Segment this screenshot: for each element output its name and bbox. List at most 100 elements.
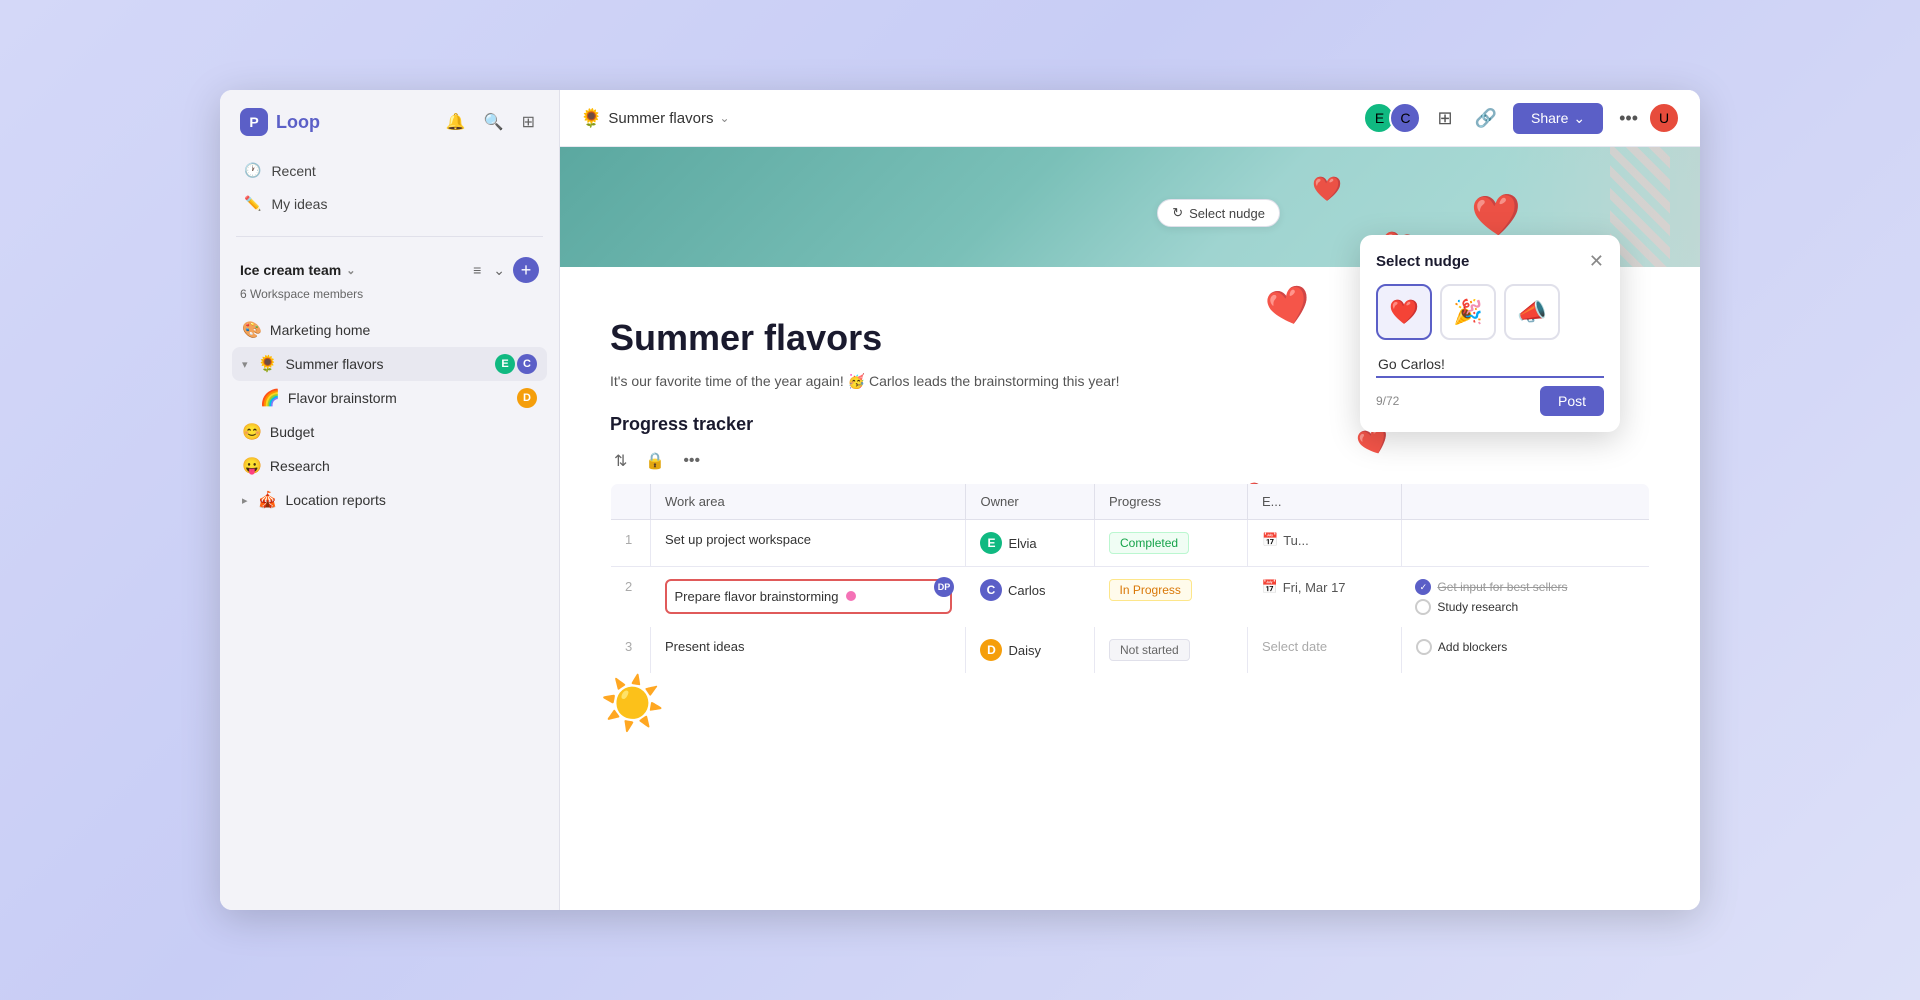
topbar: 🌻 Summer flavors ⌄ E C ⊞ 🔗 Share ⌄ ••• U bbox=[560, 90, 1700, 147]
topbar-avatar-carlos: C bbox=[1389, 102, 1421, 134]
workspace-chevron-button[interactable]: ⌄ bbox=[489, 258, 509, 283]
row-2-work-area-cell: DP Prepare flavor brainstorming bbox=[651, 567, 966, 628]
layout-button[interactable]: ⊞ bbox=[518, 108, 539, 136]
avatar-2: C bbox=[517, 354, 537, 374]
flavor-brainstorm-avatar: D bbox=[517, 388, 537, 408]
row-2-progress: In Progress bbox=[1095, 567, 1248, 628]
more-button[interactable]: ••• bbox=[679, 448, 704, 474]
topbar-user-avatar: U bbox=[1648, 102, 1680, 134]
col-progress: Progress bbox=[1095, 484, 1248, 520]
copy-link-button[interactable]: 🔗 bbox=[1469, 104, 1503, 133]
task-1: ✓ Get input for best sellers bbox=[1415, 579, 1635, 595]
row-2-num: 2 bbox=[625, 579, 632, 594]
topbar-avatars: E C bbox=[1369, 102, 1421, 134]
main-content: 🌻 Summer flavors ⌄ E C ⊞ 🔗 Share ⌄ ••• U bbox=[560, 90, 1700, 910]
row-1-work-area: Set up project workspace bbox=[651, 520, 966, 567]
col-date-label: E... bbox=[1262, 494, 1282, 509]
task-2-label: Study research bbox=[1437, 600, 1518, 614]
expand-icon-lr: ▸ bbox=[242, 494, 248, 507]
topbar-title-area: 🌻 Summer flavors ⌄ bbox=[580, 108, 1359, 129]
sidebar-item-research[interactable]: 😛 Research bbox=[232, 449, 547, 483]
page-content-inner: ☀️ ❤️ ❤️ ❤️ ❤️ ❤️ ❤️ ❤️ ❤️ ❤️ ❤️ ↻ bbox=[560, 147, 1700, 704]
nudge-emoji-heart[interactable]: ❤️ bbox=[1376, 284, 1432, 340]
sidebar-item-budget[interactable]: 😊 Budget bbox=[232, 415, 547, 449]
row-3-num: 3 bbox=[625, 639, 632, 654]
location-reports-icon: 🎪 bbox=[258, 490, 278, 510]
app-name: Loop bbox=[276, 112, 320, 133]
calendar-icon: 📅 bbox=[1262, 532, 1278, 548]
row-2-date: 📅 Fri, Mar 17 bbox=[1248, 567, 1402, 628]
share-chevron-icon: ⌄ bbox=[1573, 110, 1585, 127]
sidebar-item-flavor-brainstorm[interactable]: 🌈 Flavor brainstorm D bbox=[232, 381, 547, 415]
sidebar-item-summer-flavors[interactable]: ▾ 🌻 Summer flavors E C bbox=[232, 347, 547, 381]
workspace-add-button[interactable]: + bbox=[513, 257, 539, 283]
avatar-1: E bbox=[495, 354, 515, 374]
filter-button[interactable]: 🔒 bbox=[641, 447, 669, 475]
nudge-close-button[interactable]: ✕ bbox=[1589, 251, 1604, 272]
row-2-owner-avatar: C bbox=[980, 579, 1002, 601]
sort-button[interactable]: ⇅ bbox=[610, 447, 631, 475]
sidebar-item-marketing-home[interactable]: 🎨 Marketing home bbox=[232, 313, 547, 347]
row-1-owner-avatar: E bbox=[980, 532, 1002, 554]
sidebar-tree: 🎨 Marketing home ▾ 🌻 Summer flavors E C … bbox=[220, 309, 559, 910]
clock-icon: 🕐 bbox=[244, 162, 261, 179]
sidebar-item-location-reports[interactable]: ▸ 🎪 Location reports bbox=[232, 483, 547, 517]
carlos-badge: DP bbox=[934, 577, 954, 597]
row-2-status-badge: In Progress bbox=[1109, 579, 1192, 601]
row-2-date-text: Fri, Mar 17 bbox=[1283, 580, 1346, 595]
flavor-brainstorm-label: Flavor brainstorm bbox=[288, 390, 509, 406]
workspace-actions: ≡ ⌄ + bbox=[469, 257, 539, 283]
nudge-emojis: ❤️ 🎉 📣 bbox=[1376, 284, 1604, 340]
row-3-work-area: Present ideas bbox=[651, 627, 966, 674]
apps-button[interactable]: ⊞ bbox=[1431, 104, 1458, 133]
topbar-page-title: Summer flavors bbox=[608, 110, 713, 127]
notifications-button[interactable]: 🔔 bbox=[442, 108, 470, 136]
sidebar-item-my-ideas[interactable]: ✏️ My ideas bbox=[232, 187, 547, 220]
sidebar-item-recent-label: Recent bbox=[271, 163, 315, 179]
sidebar-item-recent[interactable]: 🕐 Recent bbox=[232, 154, 547, 187]
share-label: Share bbox=[1531, 110, 1568, 126]
row-2-work-area-text: Prepare flavor brainstorming bbox=[675, 589, 843, 604]
research-label: Research bbox=[270, 458, 537, 474]
row-2-tasks: ✓ Get input for best sellers Study resea… bbox=[1401, 567, 1649, 628]
workspace-header: Ice cream team ⌄ ≡ ⌄ + bbox=[220, 245, 559, 287]
col-progress-label: Progress bbox=[1109, 494, 1161, 509]
task-1-check: ✓ bbox=[1415, 579, 1431, 595]
logo-icon: P bbox=[240, 108, 268, 136]
budget-label: Budget bbox=[270, 424, 537, 440]
share-button[interactable]: Share ⌄ bbox=[1513, 103, 1603, 134]
topbar-actions: ⊞ 🔗 Share ⌄ ••• U bbox=[1431, 102, 1680, 134]
row-3-work-area-text: Present ideas bbox=[665, 639, 745, 654]
tracker-toolbar: ⇅ 🔒 ••• bbox=[610, 447, 1650, 475]
nudge-post-button[interactable]: Post bbox=[1540, 386, 1604, 416]
row-1-date-text: Tu... bbox=[1283, 533, 1309, 548]
nudge-trigger[interactable]: ↻ Select nudge bbox=[1157, 199, 1280, 227]
workspace-title: Ice cream team ⌄ bbox=[240, 262, 355, 278]
workspace-sort-button[interactable]: ≡ bbox=[469, 258, 485, 282]
pink-dot bbox=[846, 591, 856, 601]
row-3-progress: Not started bbox=[1095, 627, 1248, 674]
row-3-date-text: Select date bbox=[1262, 639, 1327, 654]
nudge-emoji-party[interactable]: 🎉 bbox=[1440, 284, 1496, 340]
summer-flavors-icon: 🌻 bbox=[258, 354, 278, 374]
row-3-owner: D Daisy bbox=[966, 627, 1095, 674]
sidebar-item-my-ideas-label: My ideas bbox=[271, 196, 327, 212]
col-owner-label: Owner bbox=[980, 494, 1018, 509]
row-1-num: 1 bbox=[625, 532, 632, 547]
task-3-label: Add blockers bbox=[1438, 640, 1507, 654]
row-3-owner-name: Daisy bbox=[1008, 643, 1041, 658]
workspace-name: Ice cream team bbox=[240, 262, 341, 278]
search-button[interactable]: 🔍 bbox=[480, 108, 508, 136]
more-options-button[interactable]: ••• bbox=[1613, 104, 1644, 133]
page-content: ☀️ ❤️ ❤️ ❤️ ❤️ ❤️ ❤️ ❤️ ❤️ ❤️ ❤️ ↻ bbox=[560, 147, 1700, 910]
summer-flavors-avatars: E C bbox=[495, 354, 537, 374]
row-1-work-area-text: Set up project workspace bbox=[665, 532, 811, 547]
row-2-owner-name: Carlos bbox=[1008, 583, 1046, 598]
marketing-home-icon: 🎨 bbox=[242, 320, 262, 340]
col-num bbox=[611, 484, 651, 520]
row-3-status-badge: Not started bbox=[1109, 639, 1190, 661]
nudge-emoji-megaphone[interactable]: 📣 bbox=[1504, 284, 1560, 340]
nudge-message-input[interactable] bbox=[1376, 352, 1604, 378]
topbar-chevron-icon: ⌄ bbox=[719, 111, 729, 125]
row-3-tasks: Add blockers bbox=[1401, 627, 1649, 674]
